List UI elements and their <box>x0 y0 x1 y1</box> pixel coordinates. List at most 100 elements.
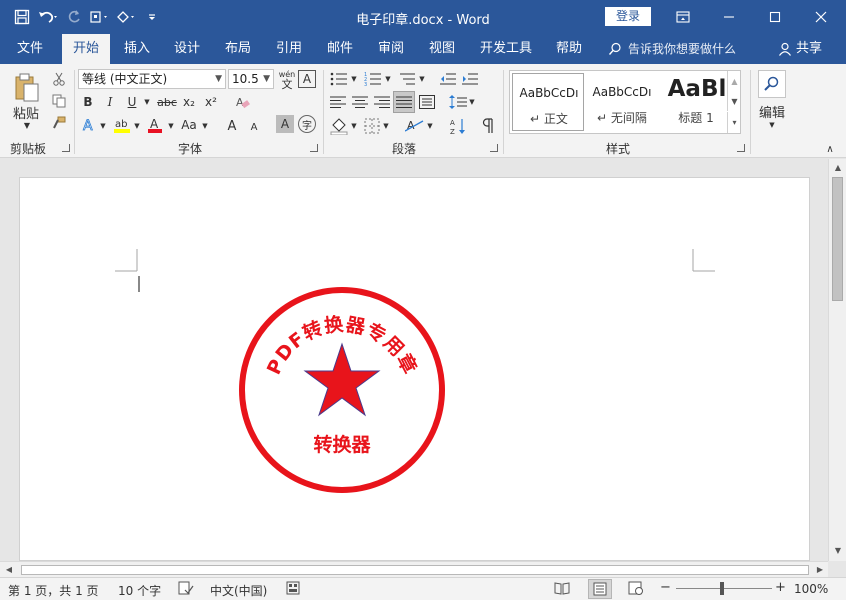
shading-icon[interactable] <box>328 116 350 136</box>
text-effects-dropdown-icon[interactable]: ▼ <box>98 120 108 132</box>
paragraph-launcher-icon[interactable] <box>490 144 498 152</box>
decrease-indent-icon[interactable] <box>438 70 458 88</box>
font-color-icon[interactable]: A <box>146 114 164 136</box>
minimize-icon[interactable] <box>706 0 752 34</box>
borders-dropdown-icon[interactable]: ▼ <box>382 121 390 131</box>
copy-icon[interactable] <box>50 92 68 110</box>
italic-button[interactable]: I <box>102 92 118 112</box>
text-effects-icon[interactable]: A <box>80 114 98 136</box>
zoom-out-button[interactable]: − <box>660 580 671 595</box>
horizontal-scrollbar[interactable]: ◀ ▶ <box>0 561 828 577</box>
document-page[interactable]: PDF转换器专用章 转换器 <box>19 177 810 561</box>
change-case-dropdown-icon[interactable]: ▼ <box>200 120 210 132</box>
align-center-icon[interactable] <box>350 93 370 111</box>
borders-icon[interactable] <box>362 116 382 136</box>
line-spacing-icon[interactable] <box>448 93 468 111</box>
tab-layout[interactable]: 布局 <box>215 34 261 64</box>
tab-references[interactable]: 引用 <box>266 34 312 64</box>
font-size-combo[interactable]: 10.5 ▼ <box>228 69 274 89</box>
macro-recording-icon[interactable] <box>286 581 300 598</box>
tab-mailings[interactable]: 邮件 <box>317 34 363 64</box>
numbering-icon[interactable]: 123 <box>362 70 384 88</box>
word-count[interactable]: 10 个字 <box>118 582 161 599</box>
scroll-right-icon[interactable]: ▶ <box>814 563 826 577</box>
horizontal-scroll-thumb[interactable] <box>21 565 809 575</box>
underline-dropdown-icon[interactable]: ▼ <box>142 94 152 110</box>
style-no-spacing[interactable]: AaBbCcDı ↵ 无间隔 <box>586 73 658 131</box>
multilevel-list-icon[interactable] <box>396 70 418 88</box>
grow-font-button[interactable]: A <box>224 116 240 136</box>
paste-button[interactable]: 粘贴 <box>6 104 46 122</box>
vertical-scrollbar[interactable]: ▲ ▼ <box>828 159 846 561</box>
electronic-stamp[interactable]: PDF转换器专用章 转换器 <box>232 282 452 502</box>
search-icon[interactable] <box>758 70 786 98</box>
increase-indent-icon[interactable] <box>460 70 480 88</box>
styles-launcher-icon[interactable] <box>737 144 745 152</box>
paste-dropdown-icon[interactable]: ▼ <box>20 120 34 130</box>
undo-icon[interactable] <box>36 6 60 28</box>
touch-mode-icon[interactable] <box>88 6 112 28</box>
enclose-characters-button[interactable]: 字 <box>298 115 316 133</box>
clipboard-launcher-icon[interactable] <box>62 144 70 152</box>
align-right-icon[interactable] <box>372 93 392 111</box>
tab-file[interactable]: 文件 <box>6 34 54 64</box>
page-count[interactable]: 第 1 页，共 1 页 <box>8 582 99 599</box>
editing-button[interactable]: 编辑 <box>752 102 792 121</box>
collapse-ribbon-icon[interactable]: ∧ <box>822 142 838 156</box>
bullets-icon[interactable] <box>328 70 350 88</box>
format-painter-icon[interactable] <box>50 114 68 132</box>
underline-button[interactable]: U <box>124 92 140 112</box>
cut-icon[interactable] <box>50 70 68 88</box>
character-border-button[interactable]: A <box>298 70 316 88</box>
zoom-slider-thumb[interactable] <box>720 582 724 595</box>
paste-icon[interactable] <box>10 70 44 106</box>
highlight-icon[interactable]: ab <box>112 114 132 136</box>
tell-me-box[interactable]: 告诉我你想要做什么 <box>608 34 736 64</box>
zoom-slider-track[interactable] <box>676 588 772 589</box>
zoom-level[interactable]: 100% <box>794 582 828 596</box>
font-launcher-icon[interactable] <box>310 144 318 152</box>
highlight-dropdown-icon[interactable]: ▼ <box>132 120 142 132</box>
style-heading-1[interactable]: AaBl 标题 1 <box>660 73 732 131</box>
tab-design[interactable]: 设计 <box>164 34 210 64</box>
multilevel-dropdown-icon[interactable]: ▼ <box>418 74 426 84</box>
tab-view[interactable]: 视图 <box>419 34 465 64</box>
format-painter-qat-icon[interactable] <box>114 6 138 28</box>
subscript-button[interactable]: x₂ <box>180 92 198 112</box>
language-indicator[interactable]: 中文(中国) <box>210 582 267 599</box>
vertical-scroll-thumb[interactable] <box>832 177 843 301</box>
scroll-left-icon[interactable]: ◀ <box>3 563 15 577</box>
customize-qat-icon[interactable] <box>140 6 164 28</box>
shading-dropdown-icon[interactable]: ▼ <box>350 121 358 131</box>
style-normal[interactable]: AaBbCcDı ↵ 正文 <box>512 73 584 131</box>
editing-dropdown-icon[interactable]: ▼ <box>766 120 778 130</box>
ribbon-display-options-icon[interactable] <box>660 0 706 34</box>
styles-scroll-up-icon[interactable]: ▲ <box>727 71 741 91</box>
tab-insert[interactable]: 插入 <box>114 34 160 64</box>
proofing-icon[interactable] <box>178 581 194 599</box>
maximize-icon[interactable] <box>752 0 798 34</box>
superscript-button[interactable]: x² <box>202 92 220 112</box>
read-mode-icon[interactable] <box>554 581 570 598</box>
bullets-dropdown-icon[interactable]: ▼ <box>350 74 358 84</box>
styles-scroll-down-icon[interactable]: ▼ <box>727 91 741 111</box>
chinese-layout-icon[interactable]: A <box>404 116 426 136</box>
scroll-up-icon[interactable]: ▲ <box>831 161 845 175</box>
share-button[interactable]: 共享 <box>778 34 822 64</box>
tab-home[interactable]: 开始 <box>62 34 110 64</box>
scroll-down-icon[interactable]: ▼ <box>831 544 845 558</box>
phonetic-guide-button[interactable]: wén 文 <box>276 68 298 92</box>
justify-icon[interactable] <box>393 91 415 113</box>
clear-formatting-icon[interactable]: A <box>232 92 252 112</box>
chinese-layout-dropdown-icon[interactable]: ▼ <box>426 121 434 131</box>
zoom-in-button[interactable]: + <box>775 580 786 595</box>
redo-icon[interactable] <box>62 6 86 28</box>
numbering-dropdown-icon[interactable]: ▼ <box>384 74 392 84</box>
tab-help[interactable]: 帮助 <box>546 34 592 64</box>
web-layout-icon[interactable] <box>628 581 644 598</box>
styles-more-icon[interactable]: ▾ <box>727 112 741 133</box>
change-case-button[interactable]: Aa <box>178 114 200 136</box>
tab-review[interactable]: 审阅 <box>368 34 414 64</box>
sort-icon[interactable]: AZ <box>448 116 468 136</box>
font-name-combo[interactable]: 等线 (中文正文) ▼ <box>78 69 226 89</box>
